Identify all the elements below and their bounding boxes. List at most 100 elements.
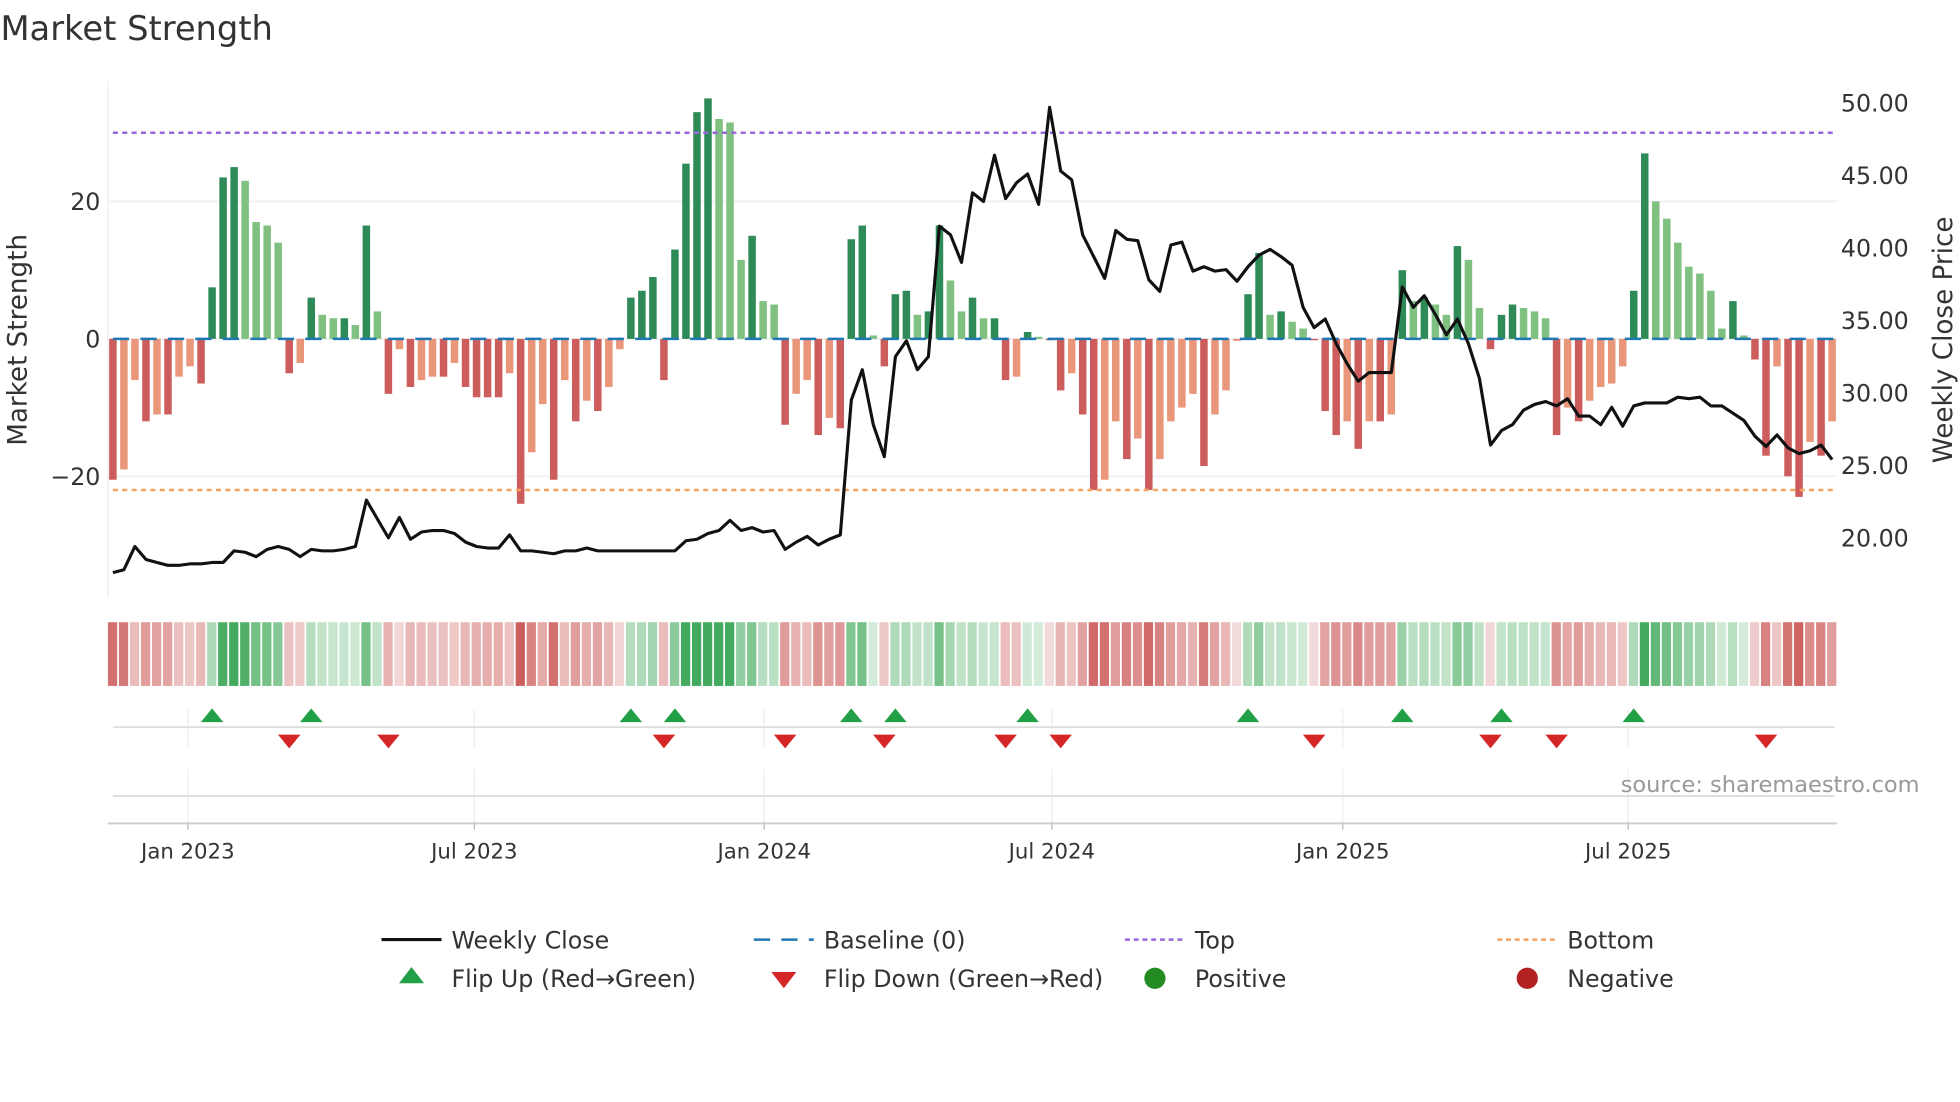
strip-cell (1298, 622, 1308, 686)
right-tick-label: 25.00 (1841, 452, 1909, 480)
strength-bar (186, 338, 194, 367)
strip-cell (1573, 622, 1583, 686)
strip-cell (680, 622, 691, 686)
strength-bar (1784, 338, 1792, 477)
strip-cell (1022, 622, 1032, 686)
flip-up-marker (300, 708, 323, 723)
strength-bar (1365, 338, 1373, 422)
strength-bar (1674, 242, 1682, 339)
strip-cell (262, 622, 272, 686)
strip-cell (1088, 622, 1098, 686)
strip-cell (1342, 622, 1352, 686)
strip-cell (1011, 622, 1021, 686)
strip-cell (1132, 622, 1143, 686)
strip-cell (416, 622, 426, 686)
strength-bar (109, 338, 117, 480)
strip-cell (1419, 622, 1429, 686)
strength-bar (1310, 338, 1318, 341)
strip-cell (989, 622, 999, 686)
strength-bar (1078, 338, 1087, 415)
x-tick-label: Jan 2023 (139, 839, 235, 864)
strip-cell (1397, 622, 1407, 686)
strength-bar (1828, 338, 1836, 422)
strength-bar (583, 338, 591, 401)
strip-cell (603, 622, 614, 686)
strength-bar (1618, 338, 1627, 367)
strength-bar (1321, 338, 1329, 412)
strip-cell (890, 622, 900, 686)
strength-bar (505, 338, 514, 374)
strip-cell (1243, 622, 1253, 686)
strip-cell (1430, 622, 1440, 686)
triangle-up-icon (399, 967, 425, 984)
strip-cell (1276, 622, 1286, 686)
strength-bar (1123, 338, 1131, 460)
strip-cell (1143, 622, 1154, 686)
strength-bar (737, 259, 745, 339)
strip-cell (1705, 622, 1716, 686)
strip-cell (383, 622, 393, 686)
flip-down-marker (873, 734, 896, 749)
strip-cell (1000, 622, 1010, 686)
strip-cell (1452, 622, 1462, 686)
strip-cell (317, 622, 327, 686)
strength-bar (1012, 338, 1021, 377)
strength-bar (715, 119, 723, 339)
strip-cell (548, 622, 558, 686)
strength-bar (296, 338, 304, 363)
strip-cell (1386, 622, 1396, 686)
flip-up-marker (1391, 708, 1414, 723)
right-tick-label: 40.00 (1841, 235, 1909, 263)
strength-bar (792, 338, 800, 394)
strip-cell (1694, 622, 1705, 686)
strip-cell (879, 622, 889, 686)
flip-up-marker (1016, 708, 1039, 723)
strip-cell (1760, 622, 1771, 686)
strength-bar (1530, 311, 1539, 339)
strength-bar (1178, 338, 1186, 408)
flip-up-marker (1622, 708, 1645, 723)
strength-bar (968, 297, 977, 339)
strip-cell (669, 622, 680, 686)
strip-cell (306, 622, 316, 686)
strength-bar (450, 338, 459, 363)
strip-cell (636, 622, 647, 686)
right-tick-label: 30.00 (1841, 380, 1909, 408)
flip-up-marker (619, 708, 643, 723)
strength-bar (406, 338, 415, 387)
strip-cell (1683, 622, 1694, 686)
strip-cell (1154, 622, 1165, 686)
strip-cell (912, 622, 922, 686)
strip-cell (438, 622, 448, 686)
strip-cell (945, 622, 955, 686)
strength-bar (1795, 338, 1803, 497)
strip-cell (967, 622, 977, 686)
strength-bar (1167, 338, 1175, 422)
strip-cell (647, 622, 658, 686)
strength-bar (494, 338, 503, 398)
legend-label: Flip Down (Green→Red) (824, 965, 1103, 993)
strip-cell (1672, 622, 1683, 686)
strength-bar (836, 338, 845, 429)
strip-cell (1198, 622, 1209, 686)
flip-up-marker (663, 708, 687, 723)
flip-down-marker (1302, 734, 1326, 749)
strip-cell (758, 622, 768, 686)
strip-cell (703, 622, 713, 686)
strength-bar (1067, 338, 1076, 374)
strip-cell (251, 622, 261, 686)
strip-cell (1749, 622, 1760, 686)
strip-cell (1562, 622, 1572, 686)
strength-bar (1574, 338, 1583, 422)
legend-label: Positive (1195, 965, 1286, 993)
strength-bar (208, 287, 216, 339)
strip-cell (185, 622, 195, 686)
strength-bar (362, 225, 371, 339)
strength-bar (1001, 338, 1010, 381)
strip-cell (229, 622, 239, 686)
strength-bar (1817, 338, 1825, 456)
strength-bar (1277, 311, 1285, 339)
flip-down-marker (994, 734, 1017, 749)
strength-bar (219, 177, 227, 339)
strip-cell (482, 622, 492, 686)
